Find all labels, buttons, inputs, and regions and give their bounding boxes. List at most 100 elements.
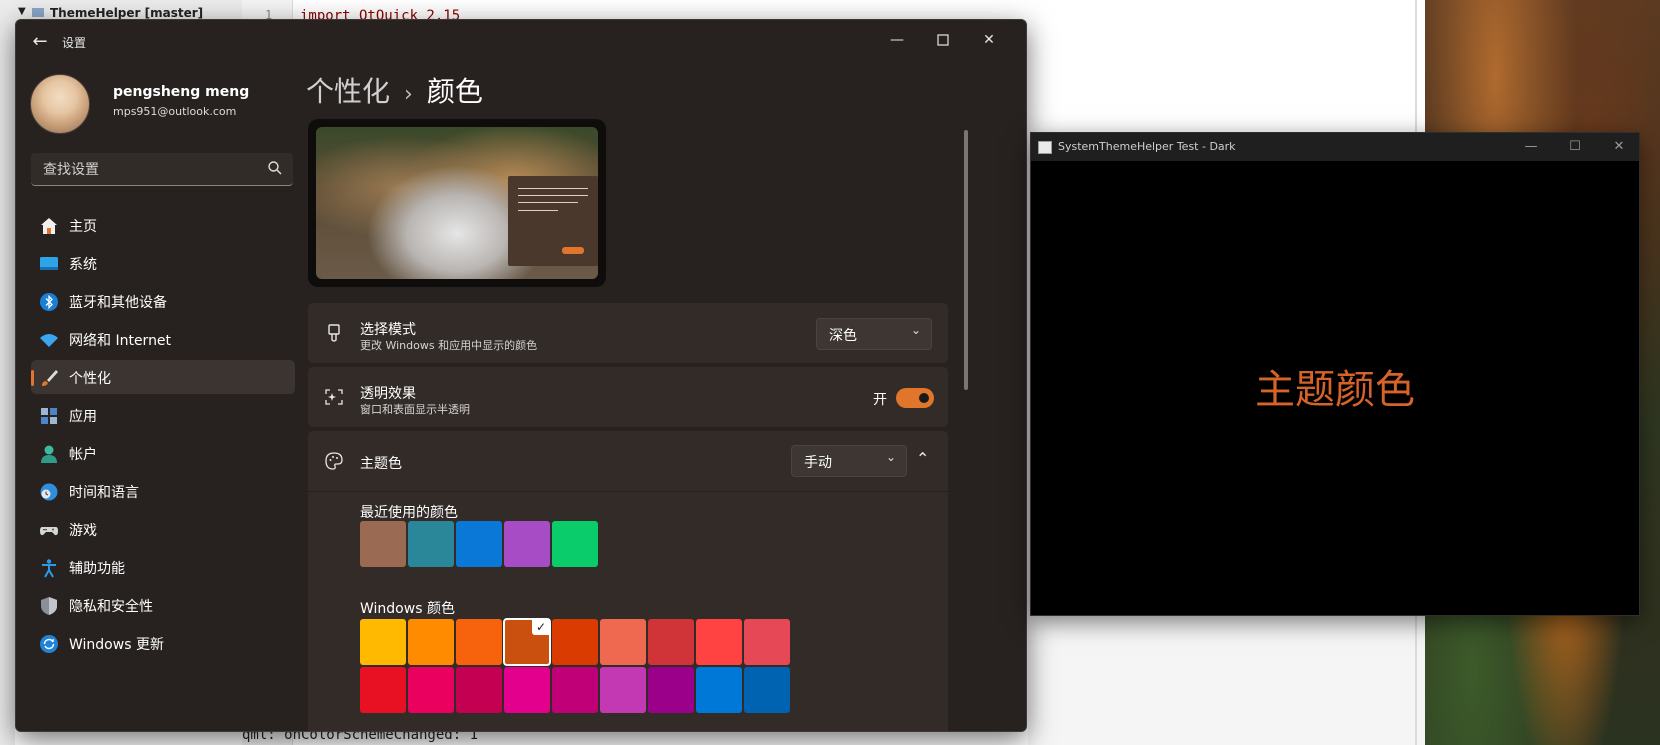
windows-color-swatch[interactable] bbox=[408, 667, 454, 713]
scrollbar[interactable] bbox=[964, 130, 968, 390]
update-icon bbox=[40, 635, 58, 653]
ide-side-strip bbox=[0, 24, 15, 745]
search-input[interactable] bbox=[41, 153, 265, 187]
windows-color-swatch[interactable] bbox=[552, 667, 598, 713]
sidebar-item-bluetooth[interactable]: 蓝牙和其他设备 bbox=[31, 284, 295, 318]
palette-icon bbox=[325, 452, 343, 470]
breadcrumb-parent[interactable]: 个性化 bbox=[306, 75, 390, 108]
user-profile[interactable]: pengsheng meng mps951@outlook.com bbox=[30, 74, 292, 136]
sidebar-item-system[interactable]: 系统 bbox=[31, 246, 295, 280]
mode-dropdown[interactable]: 深色 ⌄ bbox=[816, 318, 932, 350]
test-window-title: SystemThemeHelper Test - Dark bbox=[1058, 140, 1236, 153]
close-button[interactable]: ✕ bbox=[1599, 135, 1639, 159]
windows-color-swatch[interactable] bbox=[600, 619, 646, 665]
mode-subtitle: 更改 Windows 和应用中显示的颜色 bbox=[360, 339, 538, 352]
sidebar-item-privacy[interactable]: 隐私和安全性 bbox=[31, 588, 295, 622]
paintbrush-icon bbox=[328, 324, 340, 342]
mode-title: 选择模式 bbox=[360, 322, 416, 338]
windows-color-swatch[interactable]: ✓ bbox=[503, 618, 551, 666]
recent-color-swatch[interactable] bbox=[408, 521, 454, 567]
page-title: 颜色 bbox=[426, 75, 483, 108]
windows-color-swatch[interactable] bbox=[744, 667, 790, 713]
chevron-down-icon: ⌄ bbox=[885, 450, 896, 464]
globe-clock-icon bbox=[40, 483, 58, 501]
accent-dropdown[interactable]: 手动 ⌄ bbox=[791, 445, 907, 477]
sidebar-nav: 主页 系统 蓝牙和其他设备 网络和 Internet 个性化 应用 帐户 时间和… bbox=[31, 208, 295, 664]
account-icon bbox=[41, 445, 57, 463]
windows-color-swatch[interactable] bbox=[456, 667, 502, 713]
maximize-button[interactable] bbox=[923, 26, 963, 54]
mode-card: 选择模式 更改 Windows 和应用中显示的颜色 深色 ⌄ bbox=[308, 303, 948, 363]
search-icon[interactable] bbox=[267, 160, 283, 176]
accent-header[interactable]: 主题色 手动 ⌄ ⌃ bbox=[308, 431, 948, 492]
windows-color-swatch[interactable] bbox=[744, 619, 790, 665]
sidebar-item-label: Windows 更新 bbox=[69, 637, 164, 653]
windows-color-swatch[interactable] bbox=[504, 667, 550, 713]
app-title: 设置 bbox=[62, 36, 87, 50]
windows-colors-label: Windows 颜色 bbox=[360, 601, 455, 617]
preview-window bbox=[508, 176, 598, 266]
theme-color-text: 主题颜色 bbox=[1255, 367, 1415, 413]
windows-color-swatch[interactable] bbox=[360, 619, 406, 665]
recent-color-swatch[interactable] bbox=[504, 521, 550, 567]
gamepad-icon bbox=[40, 527, 58, 536]
title-bar[interactable]: ← 设置 — ✕ bbox=[16, 20, 1026, 64]
sidebar-item-label: 时间和语言 bbox=[69, 485, 139, 501]
sidebar-item-label: 游戏 bbox=[69, 523, 97, 539]
windows-color-swatch[interactable] bbox=[600, 667, 646, 713]
sidebar-item-label: 辅助功能 bbox=[69, 561, 125, 577]
windows-color-swatch[interactable] bbox=[408, 619, 454, 665]
collapse-chevron-up-icon[interactable]: ⌃ bbox=[916, 449, 929, 468]
sidebar-item-label: 隐私和安全性 bbox=[69, 599, 153, 615]
avatar[interactable] bbox=[30, 74, 90, 134]
user-name: pengsheng meng bbox=[113, 84, 250, 100]
back-button[interactable]: ← bbox=[28, 31, 52, 53]
maximize-button[interactable]: ☐ bbox=[1555, 135, 1595, 159]
accent-title: 主题色 bbox=[360, 456, 402, 472]
recent-color-swatch[interactable] bbox=[360, 521, 406, 567]
recent-color-swatch[interactable] bbox=[552, 521, 598, 567]
windows-color-swatch[interactable] bbox=[696, 667, 742, 713]
sidebar-item-personalization[interactable]: 个性化 bbox=[31, 360, 295, 394]
windows-color-swatch[interactable] bbox=[552, 619, 598, 665]
sidebar-item-apps[interactable]: 应用 bbox=[31, 398, 295, 432]
sidebar-item-accessibility[interactable]: 辅助功能 bbox=[31, 550, 295, 584]
accessibility-icon bbox=[42, 559, 56, 578]
toggle-state-label: 开 bbox=[873, 392, 887, 408]
sidebar-item-accounts[interactable]: 帐户 bbox=[31, 436, 295, 470]
minimize-button[interactable]: — bbox=[877, 26, 917, 54]
sidebar-item-label: 应用 bbox=[69, 409, 97, 425]
sidebar-item-gaming[interactable]: 游戏 bbox=[31, 512, 295, 546]
sidebar-item-windows-update[interactable]: Windows 更新 bbox=[31, 626, 295, 660]
sidebar-item-label: 帐户 bbox=[69, 447, 97, 463]
sidebar-item-label: 系统 bbox=[69, 257, 97, 273]
recent-color-swatch[interactable] bbox=[456, 521, 502, 567]
transparency-icon bbox=[325, 389, 343, 405]
app-icon bbox=[1038, 141, 1052, 154]
maximize-icon bbox=[937, 34, 949, 46]
breadcrumb: 个性化 › 颜色 bbox=[306, 70, 483, 110]
breadcrumb-separator: › bbox=[404, 82, 413, 107]
selection-indicator bbox=[31, 370, 34, 386]
sidebar-item-label: 个性化 bbox=[69, 371, 111, 387]
transparency-toggle[interactable] bbox=[896, 388, 934, 408]
minimize-button[interactable]: — bbox=[1511, 135, 1551, 159]
close-button[interactable]: ✕ bbox=[969, 26, 1009, 54]
sidebar-item-time-language[interactable]: 时间和语言 bbox=[31, 474, 295, 508]
shield-icon bbox=[41, 597, 57, 615]
windows-color-swatch[interactable] bbox=[360, 667, 406, 713]
sidebar-item-network[interactable]: 网络和 Internet bbox=[31, 322, 295, 356]
test-title-bar[interactable]: SystemThemeHelper Test - Dark — ☐ ✕ bbox=[1031, 133, 1639, 161]
folder-icon bbox=[32, 8, 44, 17]
windows-color-swatch[interactable] bbox=[648, 667, 694, 713]
expand-arrow-icon[interactable]: ▼ bbox=[18, 6, 26, 17]
windows-color-swatch[interactable] bbox=[456, 619, 502, 665]
home-icon bbox=[41, 218, 57, 234]
windows-color-swatch[interactable] bbox=[696, 619, 742, 665]
accent-value: 手动 bbox=[804, 455, 832, 471]
windows-color-swatch[interactable] bbox=[648, 619, 694, 665]
sidebar-item-label: 主页 bbox=[69, 219, 97, 235]
sidebar-item-home[interactable]: 主页 bbox=[31, 208, 295, 242]
recent-colors-label: 最近使用的颜色 bbox=[360, 505, 458, 521]
search-box[interactable] bbox=[31, 153, 293, 187]
